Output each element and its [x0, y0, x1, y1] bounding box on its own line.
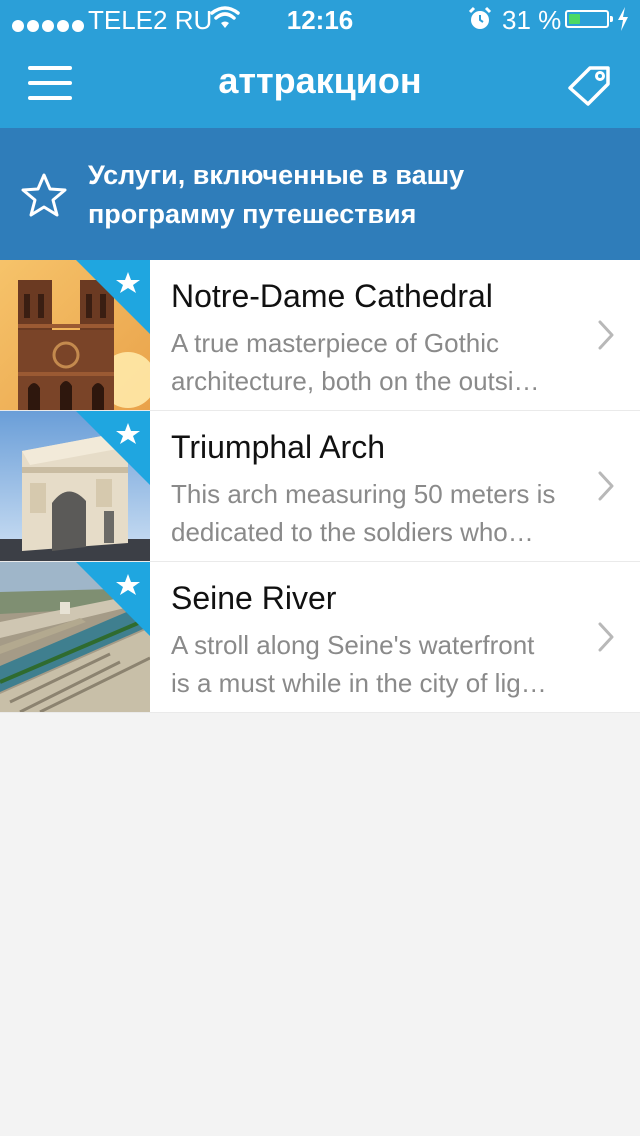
- item-title: Triumphal Arch: [171, 429, 385, 465]
- banner-text: Услуги, включенные в вашу программу путе…: [88, 156, 608, 234]
- seine-river-photo: [0, 562, 150, 712]
- battery-level-fill: [569, 14, 580, 24]
- item-description: This arch measuring 50 meters is dedicat…: [171, 475, 581, 551]
- item-description-line-2: dedicated to the soldiers who…: [171, 517, 534, 547]
- banner-line-1: Услуги, включенные в вашу: [88, 160, 465, 190]
- item-description-line-1: A stroll along Seine's waterfront: [171, 630, 535, 660]
- item-title: Notre-Dame Cathedral: [171, 278, 493, 314]
- item-description-line-2: architecture, both on the outsi…: [171, 366, 540, 396]
- top-bar: TELE2 RU 12:16 31 % аттракцион: [0, 0, 640, 128]
- attractions-list: Notre-Dame Cathedral A true masterpiece …: [0, 260, 640, 713]
- charging-bolt-icon: [616, 6, 630, 39]
- star-outline-icon: [20, 172, 68, 218]
- alarm-clock-icon: [468, 6, 492, 39]
- banner-line-2: программу путешествия: [88, 199, 417, 229]
- chevron-right-icon: [598, 320, 614, 355]
- list-item-notre-dame[interactable]: Notre-Dame Cathedral A true masterpiece …: [0, 260, 640, 411]
- notre-dame-photo: [0, 260, 150, 410]
- list-item-seine-river[interactable]: Seine River A stroll along Seine's water…: [0, 562, 640, 713]
- chevron-right-icon: [598, 622, 614, 657]
- app-screen: TELE2 RU 12:16 31 % аттракцион Услуги, в…: [0, 0, 640, 1136]
- item-description: A true masterpiece of Gothic architectur…: [171, 324, 581, 400]
- item-description: A stroll along Seine's waterfront is a m…: [171, 626, 581, 702]
- list-item-triumphal-arch[interactable]: Triumphal Arch This arch measuring 50 me…: [0, 411, 640, 562]
- page-title: аттракцион: [218, 60, 422, 101]
- triumphal-arch-photo: [0, 411, 150, 561]
- battery-percentage: 31 %: [502, 5, 562, 35]
- status-bar: TELE2 RU 12:16 31 %: [0, 0, 640, 40]
- tag-icon[interactable]: [566, 62, 614, 106]
- item-description-line-1: A true masterpiece of Gothic: [171, 328, 500, 358]
- item-title: Seine River: [171, 580, 337, 616]
- chevron-right-icon: [598, 471, 614, 506]
- included-services-banner[interactable]: Услуги, включенные в вашу программу путе…: [0, 128, 640, 260]
- battery-icon: [565, 10, 613, 28]
- item-description-line-2: is a must while in the city of lig…: [171, 668, 547, 698]
- navigation-bar: аттракцион: [0, 40, 640, 128]
- item-description-line-1: This arch measuring 50 meters is: [171, 479, 556, 509]
